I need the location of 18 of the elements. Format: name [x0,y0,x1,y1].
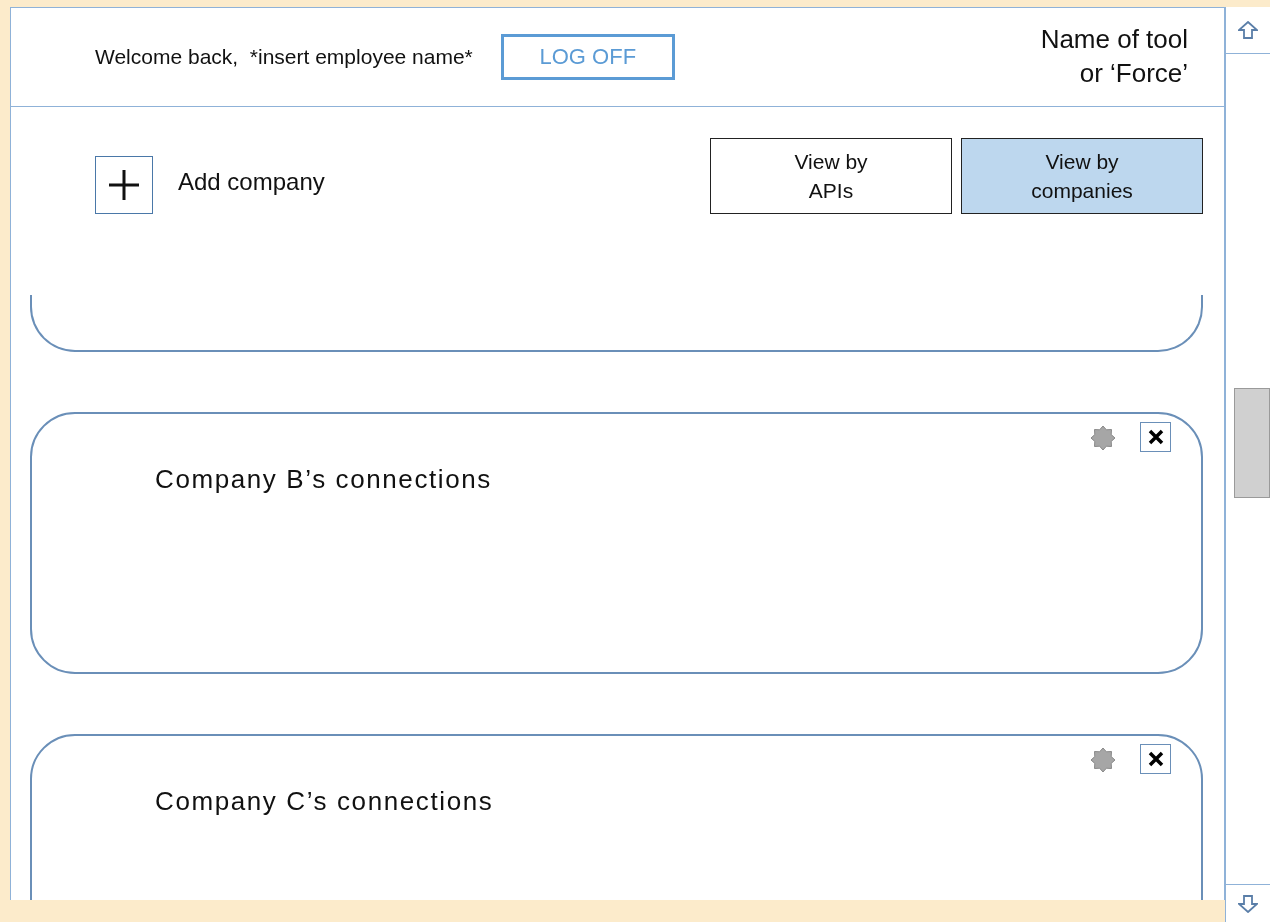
add-company-label: Add company [178,168,325,196]
gear-icon[interactable] [1090,425,1117,451]
tool-name: Name of tool or ‘Force’ [1040,23,1189,90]
close-icon [1147,429,1164,445]
card-title: Company C’s connections [155,786,494,817]
plus-icon [108,169,140,201]
close-icon [1147,751,1164,767]
close-button[interactable] [1140,744,1172,774]
view-toggle[interactable]: View by APIs [710,138,953,214]
card-title: Company B’s connections [155,464,492,495]
view-toggle[interactable]: View by companies [961,138,1204,214]
up-arrow-icon [1238,21,1258,39]
gear-icon[interactable] [1090,747,1117,773]
down-arrow-icon [1238,894,1258,913]
welcome-text: Welcome back, *insert employee name* [95,45,473,69]
scroll-thumb[interactable] [1234,388,1270,498]
close-button[interactable] [1140,422,1172,452]
add-button[interactable] [95,156,153,214]
